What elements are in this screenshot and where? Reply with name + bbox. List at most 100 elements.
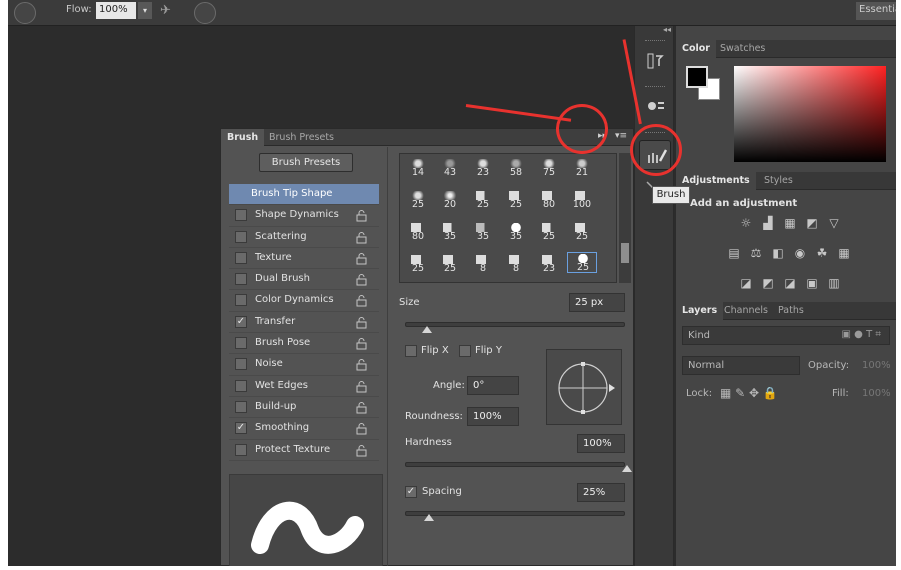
size-slider-knob[interactable]: [422, 326, 432, 333]
option-wet-edges[interactable]: Wet Edges: [229, 376, 379, 397]
lock-icon[interactable]: [355, 273, 368, 286]
size-input[interactable]: 25 px: [569, 293, 625, 312]
option-checkbox[interactable]: [235, 400, 247, 413]
lock-icon[interactable]: [355, 209, 368, 222]
option-checkbox[interactable]: [235, 358, 247, 371]
option-checkbox[interactable]: [235, 251, 247, 264]
flow-dropdown-icon[interactable]: ▾: [138, 2, 152, 19]
lock-icon[interactable]: [355, 294, 368, 307]
lock-icon[interactable]: [355, 231, 368, 244]
dock-collapse-icon[interactable]: ◂◂: [635, 26, 675, 34]
tab-channels[interactable]: Channels: [718, 302, 774, 320]
color-balance-icon[interactable]: ⚖: [748, 246, 764, 260]
brush-tip[interactable]: 25: [403, 190, 433, 211]
size-slider[interactable]: [405, 322, 625, 327]
option-scattering[interactable]: Scattering: [229, 227, 379, 248]
brush-tip[interactable]: 8: [501, 254, 531, 275]
brush-presets-button[interactable]: Brush Presets: [259, 153, 353, 172]
hardness-slider[interactable]: [405, 462, 625, 467]
brush-tip[interactable]: 25: [567, 222, 597, 243]
option-checkbox[interactable]: [235, 294, 247, 307]
tab-color[interactable]: Color: [676, 40, 716, 58]
tip-grid-scrollbar[interactable]: [619, 153, 631, 283]
option-noise[interactable]: Noise: [229, 354, 379, 376]
brush-tip[interactable]: 80: [403, 222, 433, 243]
photo-filter-icon[interactable]: ◉: [792, 246, 808, 260]
vibrance-icon[interactable]: ▽: [826, 216, 842, 230]
blend-mode-select[interactable]: Normal: [682, 356, 800, 375]
angle-input[interactable]: 0°: [467, 376, 519, 395]
hardness-slider-knob[interactable]: [622, 465, 632, 472]
option-checkbox[interactable]: [235, 209, 247, 222]
brush-tip[interactable]: 100: [567, 190, 597, 211]
pressure-size-icon[interactable]: [194, 2, 216, 24]
brush-tip[interactable]: 23: [534, 254, 564, 275]
option-checkbox[interactable]: [235, 273, 247, 286]
brush-tip[interactable]: 25: [435, 254, 465, 275]
lock-icon[interactable]: [355, 337, 368, 350]
roundness-input[interactable]: 100%: [467, 407, 519, 426]
airbrush-icon[interactable]: ✈: [160, 3, 171, 18]
option-brush-tip-shape[interactable]: Brush Tip Shape: [229, 184, 379, 206]
option-smoothing[interactable]: ✓ Smoothing: [229, 418, 379, 440]
layer-filter-kind[interactable]: Kind ▣ ● T ⌗: [682, 326, 890, 345]
hue-saturation-icon[interactable]: ▤: [726, 246, 742, 260]
brightness-contrast-icon[interactable]: ☼: [738, 216, 754, 230]
curves-icon[interactable]: ▦: [782, 216, 798, 230]
lock-icons[interactable]: ▦ ✎ ✥ 🔒: [720, 386, 778, 400]
option-checkbox[interactable]: ✓: [235, 422, 247, 435]
panel-menu-icon[interactable]: ▾≡: [615, 131, 627, 141]
option-protect-texture[interactable]: Protect Texture: [229, 440, 379, 461]
brush-tip[interactable]: 35: [501, 222, 531, 243]
brush-tip[interactable]: 14: [403, 158, 433, 179]
tab-styles[interactable]: Styles: [758, 172, 799, 190]
brush-tip[interactable]: 20: [435, 190, 465, 211]
fill-value[interactable]: 100%: [862, 388, 891, 399]
tab-brush-presets[interactable]: Brush Presets: [263, 129, 340, 146]
hardness-input[interactable]: 100%: [577, 434, 625, 453]
brush-tip[interactable]: 25: [468, 190, 498, 211]
tab-swatches[interactable]: Swatches: [714, 40, 771, 58]
option-checkbox[interactable]: [235, 230, 247, 243]
color-spectrum[interactable]: [734, 66, 886, 162]
option-checkbox[interactable]: [235, 337, 247, 350]
flow-input[interactable]: 100%: [96, 2, 136, 19]
brush-tip[interactable]: 80: [534, 190, 564, 211]
filter-icons[interactable]: ▣ ● T ⌗: [842, 329, 881, 340]
lock-icon[interactable]: [355, 316, 368, 329]
flip-y-checkbox[interactable]: [459, 345, 471, 357]
option-checkbox[interactable]: [235, 443, 247, 456]
opacity-value[interactable]: 100%: [862, 360, 891, 371]
lock-icon[interactable]: [355, 444, 368, 457]
levels-icon[interactable]: ▟: [760, 216, 776, 230]
spacing-slider[interactable]: [405, 511, 625, 516]
lock-icon[interactable]: [355, 422, 368, 435]
brush-tip[interactable]: 43: [435, 158, 465, 179]
spacing-checkbox[interactable]: ✓: [405, 486, 417, 498]
option-shape-dynamics[interactable]: Shape Dynamics: [229, 205, 379, 227]
brush-tip-selected[interactable]: 25: [567, 252, 597, 273]
exposure-icon[interactable]: ◩: [804, 216, 820, 230]
spacing-slider-knob[interactable]: [424, 514, 434, 521]
brush-tip[interactable]: 25: [534, 222, 564, 243]
option-texture[interactable]: Texture: [229, 248, 379, 270]
option-color-dynamics[interactable]: Color Dynamics: [229, 290, 379, 312]
scrollbar-thumb[interactable]: [621, 243, 629, 263]
tab-brush[interactable]: Brush: [221, 129, 265, 146]
brush-tip[interactable]: 35: [435, 222, 465, 243]
foreground-color-swatch[interactable]: [686, 66, 708, 88]
option-checkbox[interactable]: [235, 379, 247, 392]
brush-tip[interactable]: 25: [403, 254, 433, 275]
option-checkbox[interactable]: ✓: [235, 315, 247, 328]
brush-tip[interactable]: 25: [501, 190, 531, 211]
workspace-switcher[interactable]: Essentials: [856, 2, 896, 20]
brush-tip[interactable]: 35: [468, 222, 498, 243]
lock-icon[interactable]: [355, 401, 368, 414]
channel-mixer-icon[interactable]: ☘: [814, 246, 830, 260]
brush-tip[interactable]: 58: [501, 158, 531, 179]
option-brush-pose[interactable]: Brush Pose: [229, 333, 379, 355]
angle-roundness-widget[interactable]: [546, 349, 622, 425]
lock-icon[interactable]: [355, 358, 368, 371]
option-transfer[interactable]: ✓ Transfer: [229, 312, 379, 334]
history-icon[interactable]: [641, 48, 669, 74]
